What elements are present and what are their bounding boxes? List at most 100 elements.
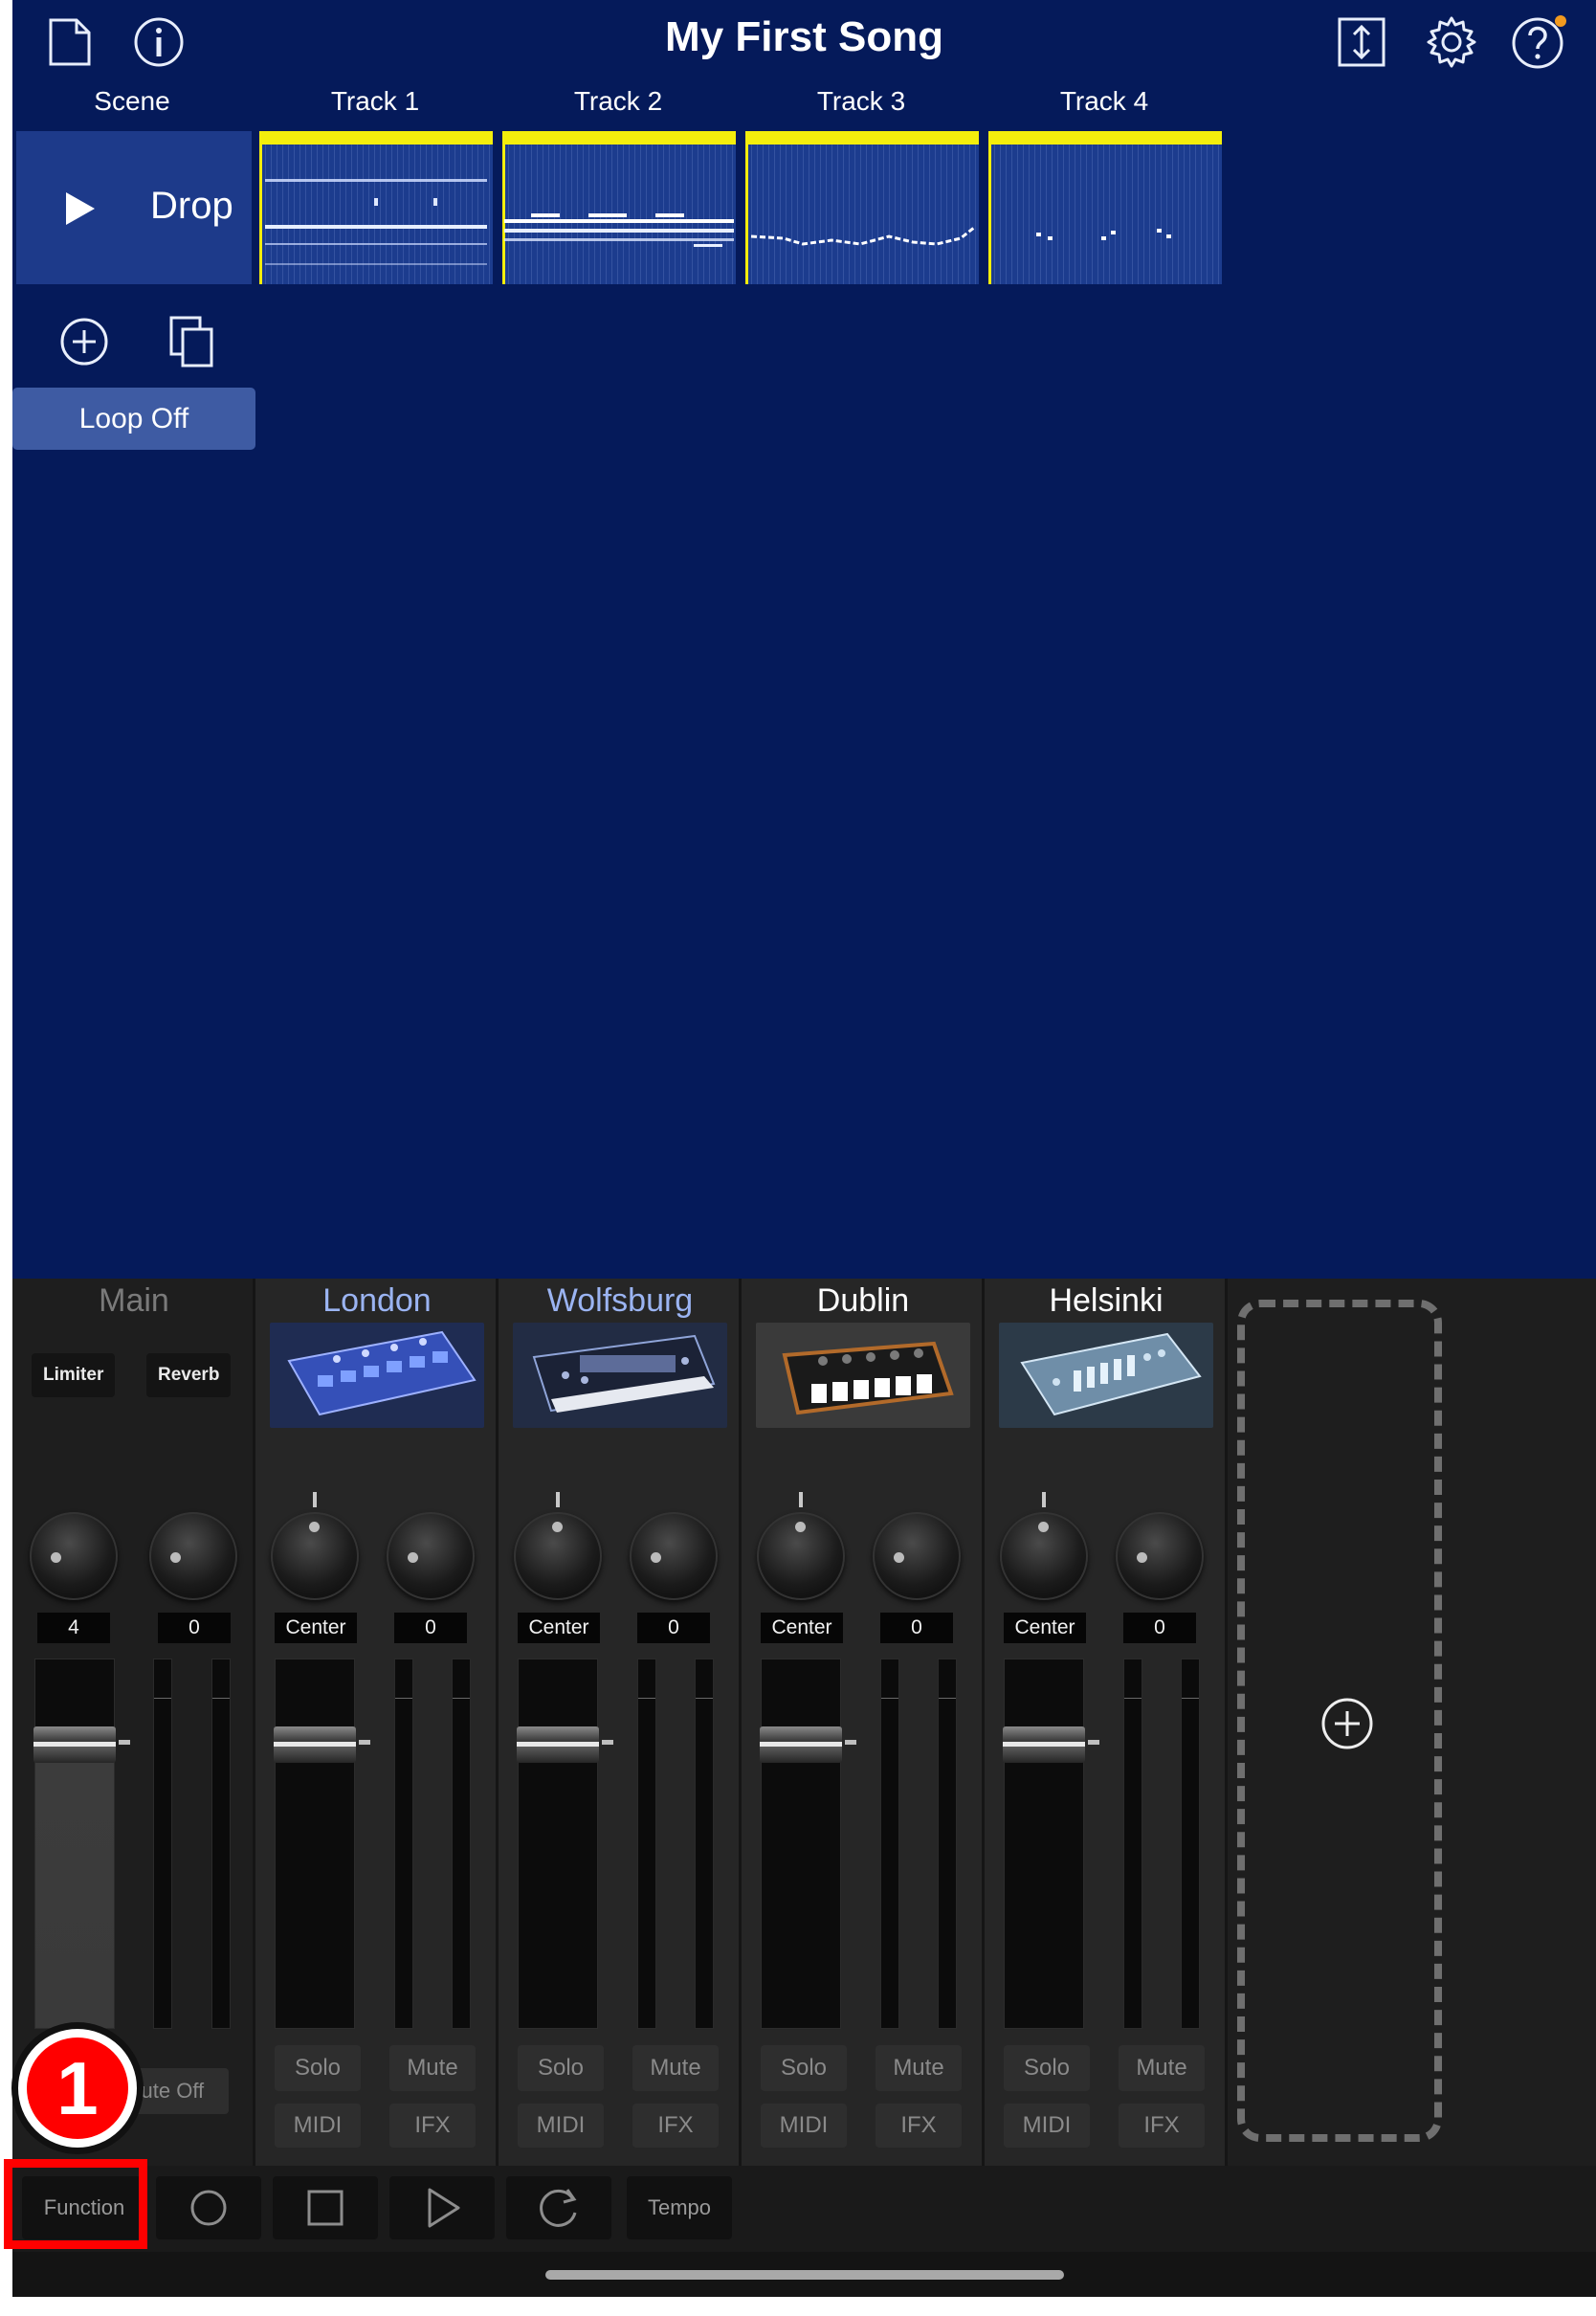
pan-knob[interactable] [757,1512,845,1600]
pan-value: Center [275,1613,357,1643]
volume-fader[interactable] [760,1659,842,2029]
ifx-button[interactable]: IFX [1119,2104,1205,2148]
midi-button[interactable]: MIDI [518,2104,604,2148]
ifx-button[interactable]: IFX [876,2104,962,2148]
level-meter [880,1659,899,2029]
session-grid-area: My First Song Scene Track 1 Track 2 Trac… [12,0,1596,1279]
clip-track-2[interactable] [502,131,736,284]
fader-handle[interactable] [517,1726,599,1763]
clip-pattern [504,213,734,247]
track-header-4[interactable]: Track 4 [985,86,1224,117]
pan-value: Center [1004,1613,1086,1643]
clip-pattern [265,179,487,265]
fader-handle[interactable] [33,1726,116,1763]
mixer-strip-helsinki: Helsinki Center 0 Solo Mute MIDI IFX [985,1279,1228,2166]
fader-handle[interactable] [1003,1726,1085,1763]
help-icon[interactable] [1511,14,1568,70]
clip-marker [988,131,1222,145]
strip-name[interactable]: London [255,1279,499,1323]
midi-button[interactable]: MIDI [1004,2104,1090,2148]
main-volume-knob[interactable] [30,1512,118,1600]
solo-button[interactable]: Solo [761,2045,847,2091]
step-number: 1 [56,2046,99,2130]
clip-track-3[interactable] [745,131,979,284]
plus-circle-icon[interactable] [1320,1697,1374,1750]
scene-drop[interactable]: Drop [16,131,252,284]
send-knob[interactable] [387,1512,475,1600]
track-header-1[interactable]: Track 1 [255,86,495,117]
clip-marker [259,131,493,145]
scene-column-header: Scene [94,86,170,116]
mixer-strip-dublin: Dublin Center 0 Solo Mute MIDI IFX [742,1279,985,2166]
pan-knob[interactable] [1000,1512,1088,1600]
fader-handle[interactable] [760,1726,842,1763]
synth-thumbnail[interactable] [756,1323,970,1428]
level-meter [1123,1659,1142,2029]
volume-fader[interactable] [1003,1659,1085,2029]
play-scene-icon[interactable] [66,192,95,225]
send-knob[interactable] [1116,1512,1204,1600]
solo-button[interactable]: Solo [1004,2045,1090,2091]
synth-thumbnail[interactable] [270,1323,484,1428]
play-triangle-icon [428,2188,460,2228]
fader-handle[interactable] [274,1726,356,1763]
level-meter [211,1659,231,2029]
clip-track-4[interactable] [988,131,1222,284]
send-knob[interactable] [630,1512,718,1600]
volume-fader[interactable] [517,1659,599,2029]
stop-button[interactable] [273,2176,378,2239]
mute-button[interactable]: Mute [389,2045,476,2091]
strip-name[interactable]: Helsinki [985,1279,1228,1323]
function-highlight-box [4,2159,147,2249]
ifx-button[interactable]: IFX [389,2104,476,2148]
volume-fader[interactable] [274,1659,356,2029]
transport-bar: Function Tempo [12,2166,1596,2252]
gear-icon[interactable] [1424,14,1479,70]
main-volume-fader[interactable] [33,1659,116,2029]
strip-name: Main [99,1282,169,1319]
send-knob[interactable] [873,1512,961,1600]
pan-knob[interactable] [271,1512,359,1600]
knob-value: 4 [37,1613,110,1643]
ifx-button[interactable]: IFX [632,2104,719,2148]
synth-thumbnail[interactable] [999,1323,1213,1428]
level-meter [637,1659,656,2029]
tempo-label: Tempo [647,2195,712,2219]
solo-button[interactable]: Solo [275,2045,361,2091]
midi-button[interactable]: MIDI [761,2104,847,2148]
strip-name[interactable]: Wolfsburg [499,1279,742,1323]
limiter-button[interactable]: Limiter [32,1353,116,1397]
clip-marker [745,131,979,145]
clip-marker [502,131,736,145]
strip-name[interactable]: Dublin [742,1279,985,1323]
mute-button[interactable]: Mute [1119,2045,1205,2091]
home-indicator[interactable] [545,2270,1064,2280]
send-value: 0 [1123,1613,1196,1643]
clip-pattern [750,225,976,246]
app-root: My First Song Scene Track 1 Track 2 Trac… [0,0,1596,2316]
play-button[interactable] [389,2176,495,2239]
updown-arrow-icon[interactable] [1338,17,1385,67]
duplicate-icon[interactable] [166,314,221,369]
main-send-knob[interactable] [149,1512,237,1600]
mute-button[interactable]: Mute [632,2045,719,2091]
pan-value: Center [518,1613,600,1643]
reverb-button[interactable]: Reverb [146,1353,232,1397]
track-header-3[interactable]: Track 3 [742,86,981,117]
mixer-strip-london: London Center 0 Solo Mute MIDI IFX [255,1279,499,2166]
synth-thumbnail[interactable] [513,1323,727,1428]
pan-knob[interactable] [514,1512,602,1600]
plus-circle-icon[interactable] [58,316,110,367]
solo-button[interactable]: Solo [518,2045,604,2091]
clip-pattern [1036,229,1171,240]
track-header-2[interactable]: Track 2 [499,86,738,117]
loop-off-button[interactable]: Loop Off [12,388,255,450]
send-value: 0 [880,1613,953,1643]
midi-button[interactable]: MIDI [275,2104,361,2148]
clip-track-1[interactable] [259,131,493,284]
record-button[interactable] [156,2176,261,2239]
loop-button[interactable] [506,2176,611,2239]
loop-arrow-icon [540,2189,577,2227]
mute-button[interactable]: Mute [876,2045,962,2091]
tempo-button[interactable]: Tempo [627,2176,732,2239]
